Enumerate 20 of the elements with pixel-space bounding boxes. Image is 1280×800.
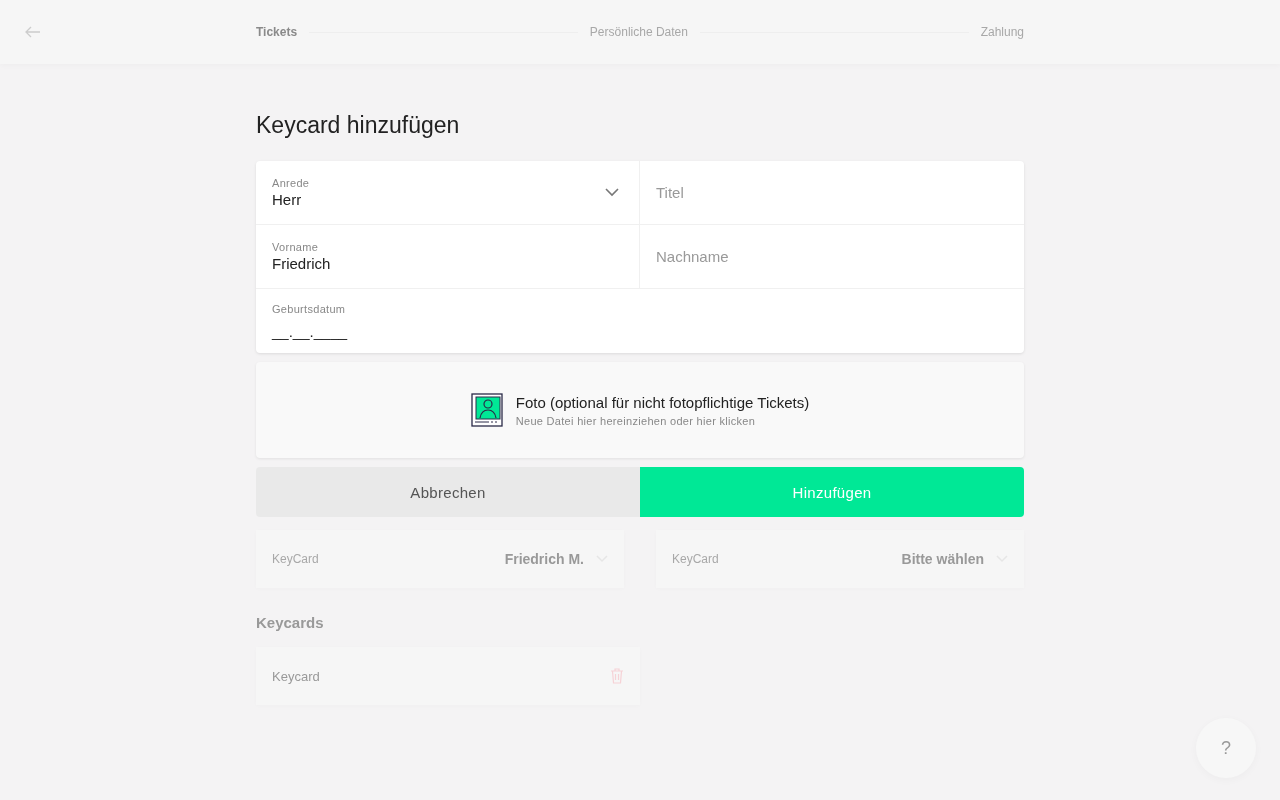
- trash-icon[interactable]: [610, 668, 624, 684]
- input-field[interactable]: Nachname: [640, 225, 1024, 289]
- step-label[interactable]: Zahlung: [980, 25, 1024, 39]
- cancel-button[interactable]: Abbrechen: [256, 467, 640, 517]
- select-field[interactable]: Anrede Herr: [256, 161, 640, 225]
- add-button[interactable]: Hinzufügen: [640, 467, 1024, 517]
- input-field[interactable]: Vorname Friedrich: [256, 225, 640, 289]
- help-button[interactable]: ?: [1196, 718, 1256, 778]
- input-field[interactable]: Geburtsdatum __.__.____: [256, 289, 1024, 353]
- chevron-down-icon: [605, 188, 619, 197]
- step-label[interactable]: Persönliche Daten: [589, 25, 688, 39]
- photo-upload-area[interactable]: Foto (optional für nicht fotopflichtige Tickets) Neue Datei hier hereinziehen oder hier klicken: [256, 362, 1024, 458]
- step-label[interactable]: Tickets: [256, 25, 298, 39]
- photo-title: Foto (optional für nicht fotopflichtige Tickets): [515, 393, 810, 411]
- photo-hint: Neue Datei hier hereinziehen oder hier klicken: [515, 414, 757, 427]
- section-heading: Keycards: [256, 614, 325, 631]
- modal-title: Keycard hinzufügen: [256, 112, 461, 139]
- photo-portrait-icon: [470, 393, 503, 427]
- back-arrow-icon[interactable]: [25, 26, 41, 38]
- input-field[interactable]: Titel: [640, 161, 1024, 225]
